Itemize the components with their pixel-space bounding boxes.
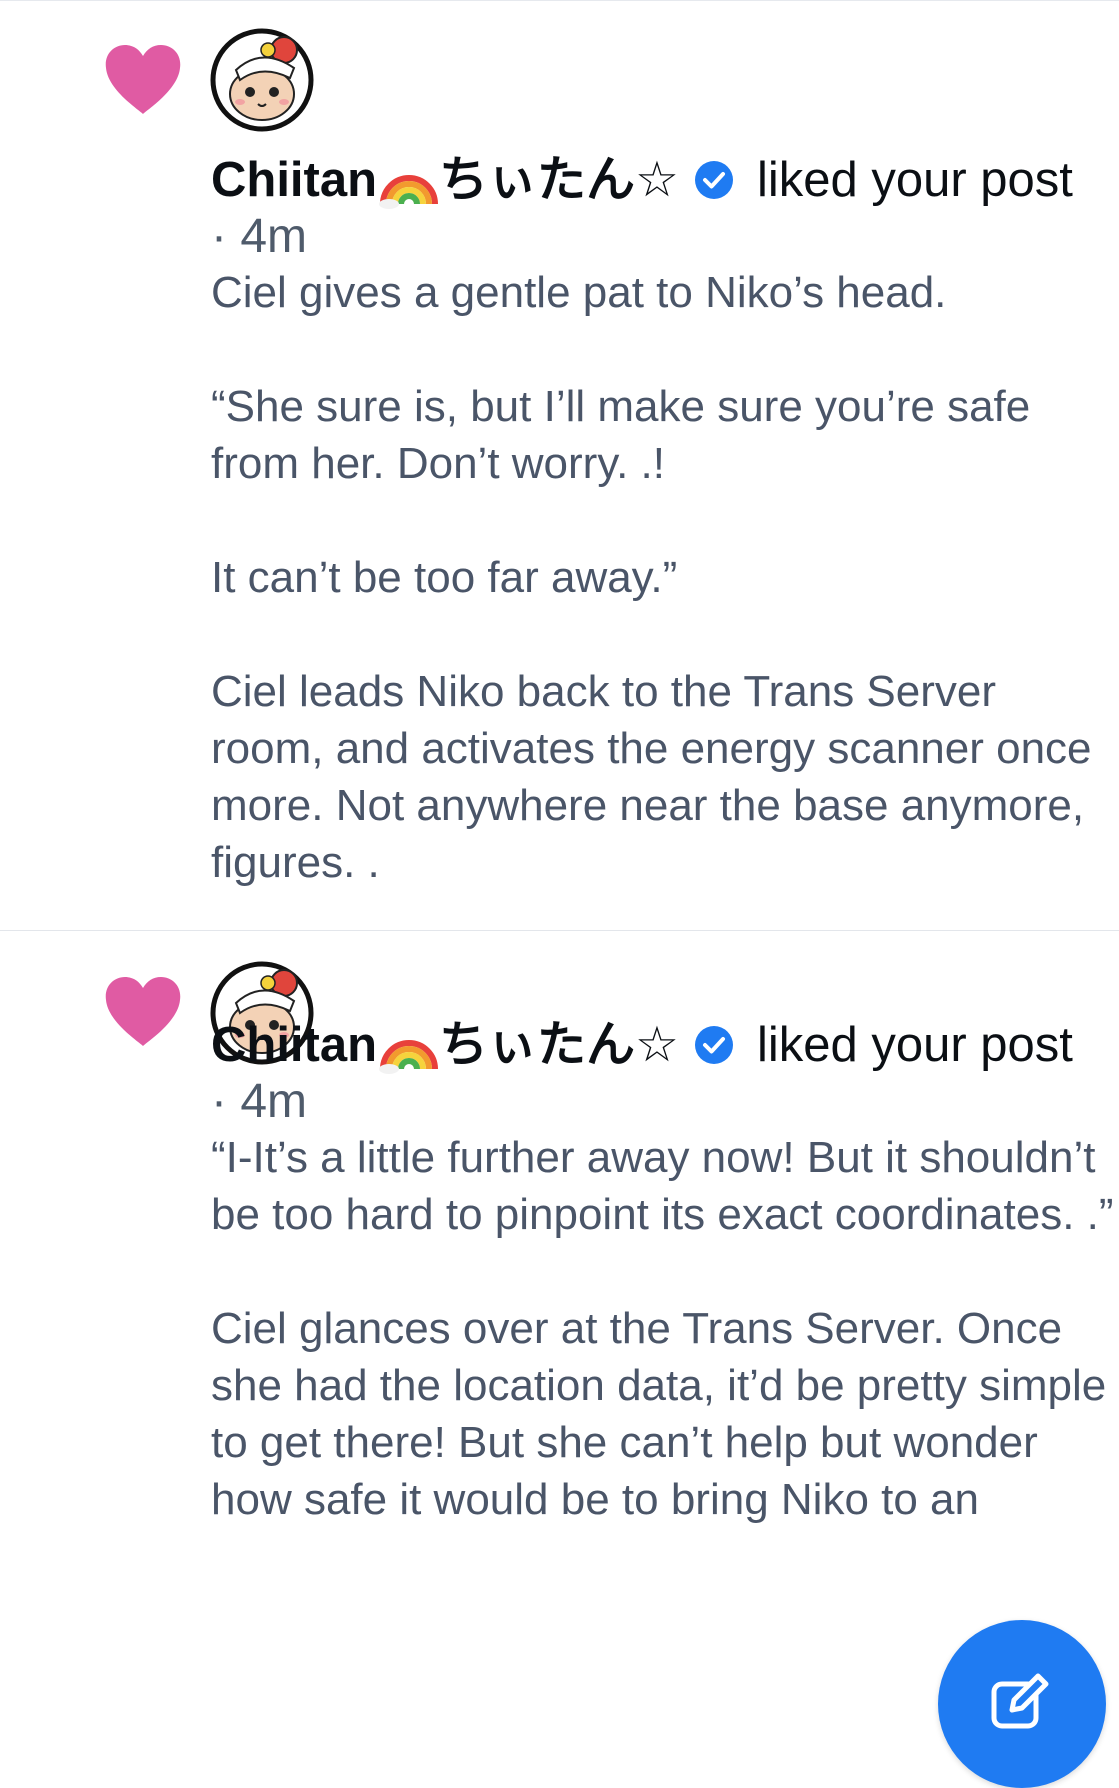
post-text[interactable]: Ciel gives a gentle pat to Niko’s head. … [211,264,1116,891]
notification-headline: Chiitan ちぃたん☆ liked your post [211,1015,1116,1075]
compose-pencil-icon [991,1673,1049,1729]
notification-content: Chiitan ちぃたん☆ liked your post · 4m “I-It… [211,1015,1116,1528]
notification-item[interactable]: Chiitan ちぃたん☆ liked your post · 4m Ciel … [0,0,1119,931]
notification-content: Chiitan ちぃたん☆ liked your post · 4m Ciel … [211,150,1116,891]
action-text: liked your post [756,153,1073,207]
author-name[interactable]: Chiitan [211,1015,377,1075]
verified-check-icon [694,1026,733,1064]
timestamp: · 4m [211,1075,307,1128]
author-name-suffix[interactable]: ちぃたん☆ [439,1015,679,1075]
heart-icon [105,45,181,114]
notification-headline: Chiitan ちぃたん☆ liked your post [211,150,1116,210]
rainbow-icon [379,175,439,209]
avatar[interactable] [210,28,314,132]
action-text: liked your post [756,1018,1073,1072]
verified-check-icon [694,161,733,199]
heart-icon [105,977,181,1046]
author-name[interactable]: Chiitan [211,150,377,210]
post-text[interactable]: “I-It’s a little further away now! But i… [211,1129,1116,1528]
author-name-suffix[interactable]: ちぃたん☆ [439,150,679,210]
compose-button[interactable] [938,1620,1106,1788]
notification-item[interactable]: Chiitan ちぃたん☆ liked your post · 4m “I-It… [0,931,1119,1752]
timestamp: · 4m [211,210,307,263]
rainbow-icon [379,1040,439,1074]
